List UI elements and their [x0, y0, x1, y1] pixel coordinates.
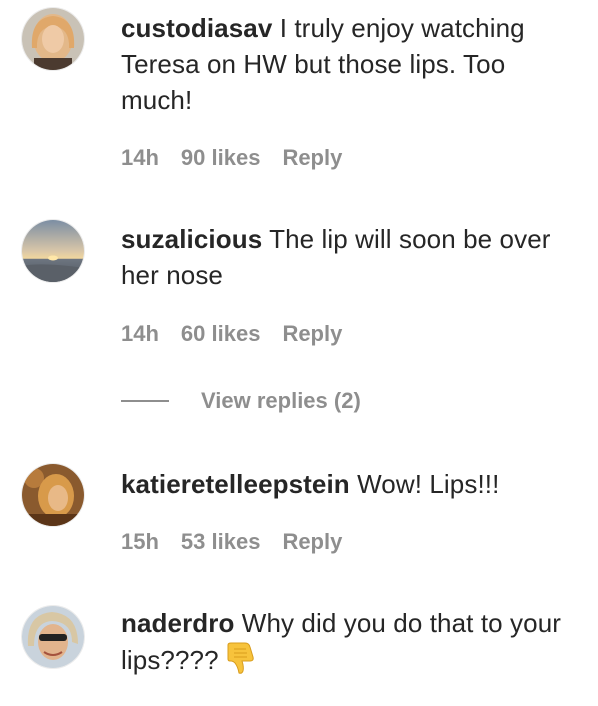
reply-button[interactable]: Reply [282, 321, 342, 346]
view-replies-button[interactable]: View replies (2) [121, 388, 361, 414]
timestamp: 14h [121, 321, 159, 346]
timestamp: 15h [121, 529, 159, 554]
like-count[interactable]: 60 likes [181, 321, 261, 346]
reply-button[interactable]: Reply [282, 145, 342, 170]
username[interactable]: katieretelleepstein [121, 469, 350, 499]
comment-meta: 15h 53 likes Reply [121, 529, 364, 555]
avatar[interactable] [22, 220, 84, 282]
username[interactable]: suzalicious [121, 224, 262, 254]
timestamp: 14h [121, 145, 159, 170]
replies-divider [121, 400, 169, 402]
comment-text: Wow! Lips!!! [349, 469, 500, 499]
avatar[interactable] [22, 606, 84, 668]
comment-meta: 14h 60 likes Reply [121, 321, 364, 347]
like-count[interactable]: 53 likes [181, 529, 261, 554]
like-count[interactable]: 90 likes [181, 145, 261, 170]
thumbs-down-icon [225, 641, 255, 675]
avatar[interactable] [22, 464, 84, 526]
username[interactable]: custodiasav [121, 13, 272, 43]
view-replies-label: View replies (2) [201, 388, 361, 413]
avatar[interactable] [22, 8, 84, 70]
comment-meta: 14h 90 likes Reply [121, 145, 364, 171]
reply-button[interactable]: Reply [282, 529, 342, 554]
username[interactable]: naderdro [121, 608, 234, 638]
